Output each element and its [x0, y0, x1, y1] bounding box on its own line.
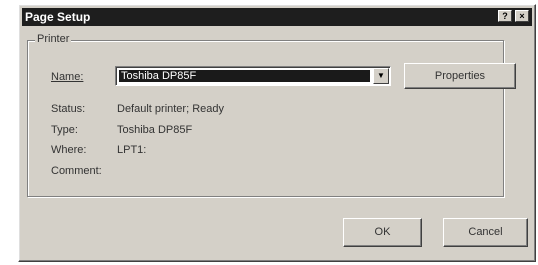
title-bar[interactable]: Page Setup ? ×	[22, 8, 532, 26]
status-label: Status:	[51, 103, 86, 115]
comment-label: Comment:	[51, 165, 102, 177]
name-label: Name:	[51, 71, 84, 83]
where-label: Where:	[51, 144, 87, 156]
printer-group-label: Printer	[35, 33, 72, 45]
status-value: Default printer; Ready	[117, 103, 224, 115]
close-icon[interactable]: ×	[515, 10, 529, 22]
ok-button[interactable]: OK	[343, 218, 422, 247]
window-title: Page Setup	[25, 10, 91, 24]
properties-button[interactable]: Properties	[404, 63, 516, 89]
where-value: LPT1:	[117, 144, 147, 156]
type-label: Type:	[51, 124, 78, 136]
help-icon[interactable]: ?	[498, 10, 512, 22]
chevron-down-icon[interactable]: ▼	[373, 68, 389, 84]
printer-name-select[interactable]: Toshiba DP85F ▼	[115, 66, 391, 86]
cancel-button[interactable]: Cancel	[443, 218, 528, 247]
printer-name-value: Toshiba DP85F	[119, 70, 370, 82]
type-value: Toshiba DP85F	[117, 124, 193, 136]
